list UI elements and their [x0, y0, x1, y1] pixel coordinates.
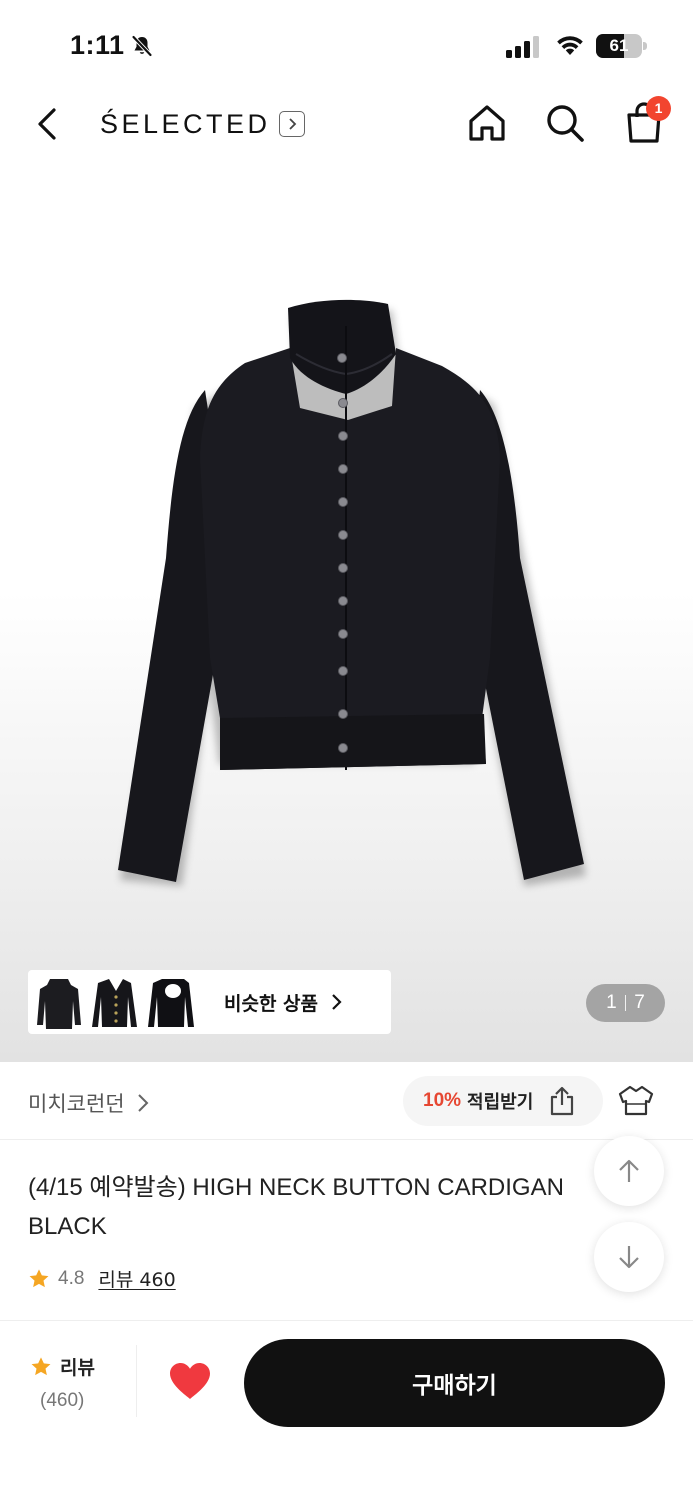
- seller-link[interactable]: 미치코런던: [28, 1088, 149, 1118]
- chevron-right-icon: [332, 994, 342, 1010]
- product-image-gallery[interactable]: 비슷한 상품 1 7: [0, 158, 693, 1062]
- image-pager: 1 7: [586, 984, 665, 1022]
- similar-product-thumb[interactable]: [146, 973, 200, 1031]
- review-count: (460): [40, 1390, 85, 1411]
- cellular-signal-icon: [506, 36, 539, 58]
- battery-icon: 61: [596, 34, 648, 58]
- chevron-right-icon: [278, 111, 305, 137]
- points-percent: 10%: [423, 1090, 462, 1111]
- scroll-up-button[interactable]: [594, 1136, 664, 1206]
- status-bar: 1:11 61: [0, 0, 693, 92]
- seller-name: 미치코런던: [28, 1092, 125, 1116]
- pager-current: 1: [606, 992, 617, 1013]
- arrow-down-icon: [619, 1246, 639, 1269]
- cart-count-badge: 1: [646, 96, 671, 121]
- points-share-button[interactable]: 10% 적립받기: [403, 1076, 603, 1126]
- top-nav: ŚELECTED: [0, 92, 693, 156]
- silent-bell-icon: [132, 35, 152, 57]
- points-label: 적립받기: [467, 1092, 534, 1113]
- similar-products-label: 비슷한 상품: [224, 992, 319, 1015]
- rating-score: 4.8: [58, 1267, 85, 1289]
- home-icon[interactable]: [466, 102, 508, 144]
- brand-name: ŚELECTED: [100, 108, 271, 139]
- status-time: 1:11: [70, 30, 125, 60]
- wifi-icon: [557, 36, 583, 55]
- back-arrow-icon[interactable]: [30, 104, 66, 144]
- review-summary-button[interactable]: 리뷰 (460): [30, 1353, 110, 1412]
- product-image: [118, 299, 586, 886]
- search-icon[interactable]: [544, 102, 586, 144]
- heart-icon[interactable]: [168, 1361, 212, 1401]
- star-icon: [31, 1356, 51, 1375]
- scroll-down-button[interactable]: [594, 1222, 664, 1292]
- share-icon: [551, 1086, 574, 1116]
- similar-products-button[interactable]: 비슷한 상품: [28, 970, 391, 1034]
- seller-row: 미치코런던 10% 적립받기: [0, 1062, 693, 1140]
- arrow-up-icon: [619, 1159, 639, 1182]
- pager-total: 7: [634, 992, 645, 1013]
- review-label: 리뷰: [60, 1357, 95, 1379]
- review-count-link[interactable]: 리뷰 460: [98, 1265, 175, 1292]
- product-rating: 4.8 리뷰 460: [28, 1265, 176, 1292]
- star-icon: [29, 1268, 49, 1287]
- similar-product-thumb[interactable]: [89, 973, 143, 1031]
- divider: [136, 1345, 137, 1417]
- hanger-icon[interactable]: [616, 1082, 656, 1120]
- buy-button[interactable]: 구매하기: [244, 1339, 665, 1427]
- bottom-action-bar: 리뷰 (460) 구매하기: [0, 1320, 693, 1500]
- brand-store-link[interactable]: ŚELECTED: [100, 104, 305, 144]
- similar-product-thumb[interactable]: [32, 973, 86, 1031]
- battery-percent: 61: [609, 36, 629, 55]
- chevron-right-icon: [137, 1094, 149, 1112]
- product-title: (4/15 예약발송) HIGH NECK BUTTON CARDIGAN BL…: [28, 1174, 564, 1240]
